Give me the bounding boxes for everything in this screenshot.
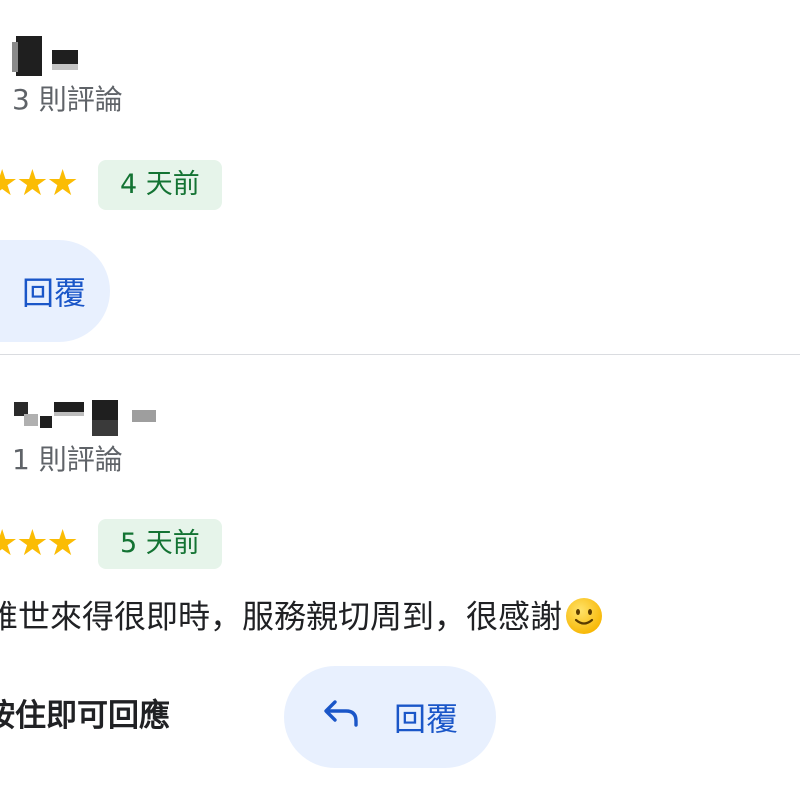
reply-button[interactable]: 回覆 <box>0 240 110 342</box>
star-rating: ★★★ <box>0 523 79 564</box>
reply-arrow-icon <box>322 698 360 736</box>
reply-button-label: 回覆 <box>21 274 86 312</box>
reviewer-review-count: 3 則評論 <box>12 83 123 116</box>
hold-to-respond-hint: 按住即可回應 <box>0 698 170 734</box>
reviews-page: 3 則評論 ★★★ 4 天前 回覆 1 則評論 ★★★ 5 天前 誰世來得很即時… <box>0 0 800 800</box>
reply-button-label: 回覆 <box>393 700 458 738</box>
review-time-badge: 5 天前 <box>98 519 222 569</box>
review-divider <box>0 354 800 355</box>
review-text-body: 誰世來得很即時，服務親切周到，很感謝 <box>0 597 563 636</box>
star-rating: ★★★ <box>0 163 79 204</box>
slightly-smiling-face-icon <box>564 596 604 641</box>
reviewer-review-count: 1 則評論 <box>12 443 123 476</box>
redacted-reviewer-name <box>12 36 78 76</box>
redacted-reviewer-name <box>14 400 156 436</box>
review-text: 誰世來得很即時，服務親切周到，很感謝 <box>0 596 604 641</box>
reply-button[interactable]: 回覆 <box>284 666 496 768</box>
review-time-badge: 4 天前 <box>98 160 222 210</box>
